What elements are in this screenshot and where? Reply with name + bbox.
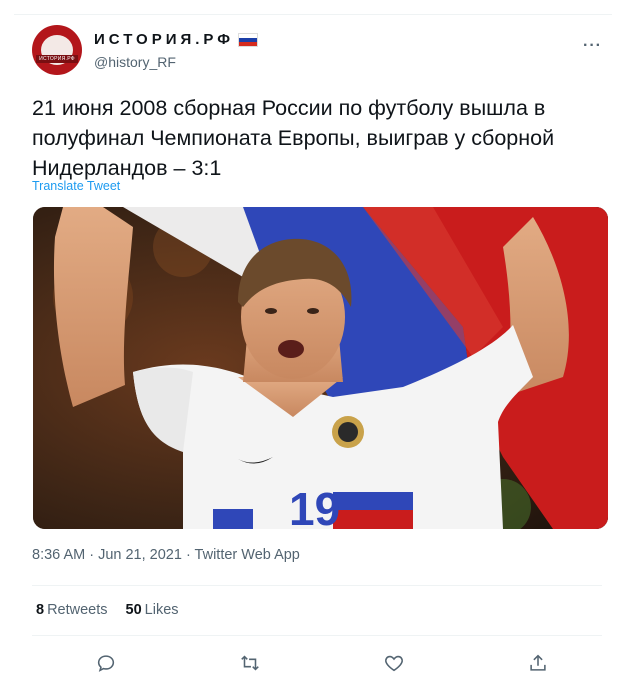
divider: [32, 635, 602, 636]
tweet-timestamp[interactable]: 8:36 AM · Jun 21, 2021 · Twitter Web App: [32, 547, 300, 563]
reply-icon[interactable]: [92, 649, 120, 677]
tweet-actions: [32, 649, 602, 679]
author-name[interactable]: ИСТОРИЯ.РФ: [94, 31, 259, 48]
author-block: ИСТОРИЯ.РФ @history_RF: [94, 31, 259, 70]
likes-label: Likes: [144, 602, 179, 618]
like-icon[interactable]: [380, 649, 408, 677]
tweet-card: ИСТОРИЯ.РФ ИСТОРИЯ.РФ @history_RF ··· 21…: [14, 14, 612, 686]
avatar[interactable]: ИСТОРИЯ.РФ: [32, 25, 82, 75]
display-name-text: ИСТОРИЯ.РФ: [94, 31, 235, 48]
tweet-header: ИСТОРИЯ.РФ ИСТОРИЯ.РФ @history_RF ···: [32, 25, 602, 77]
tweet-media[interactable]: 19: [33, 207, 608, 529]
retweets-count: 8: [36, 602, 45, 618]
russian-flag-icon: [238, 32, 259, 47]
avatar-band: ИСТОРИЯ.РФ: [36, 55, 78, 63]
share-icon[interactable]: [524, 649, 552, 677]
media-photo: 19: [33, 207, 608, 529]
translate-tweet-link[interactable]: Translate Tweet: [32, 179, 120, 193]
tweet-text: 21 июня 2008 сборная России по футболу в…: [32, 96, 555, 180]
retweets-stat[interactable]: 8 Retweets: [36, 602, 108, 618]
author-handle[interactable]: @history_RF: [94, 54, 258, 70]
retweets-label: Retweets: [47, 602, 108, 618]
avatar-text: ИСТОРИЯ.РФ: [39, 56, 75, 62]
jersey-number: 19: [289, 483, 340, 529]
more-options-icon[interactable]: ···: [583, 37, 602, 55]
divider: [32, 585, 602, 586]
retweet-icon[interactable]: [236, 649, 264, 677]
likes-count: 50: [125, 602, 142, 618]
tweet-stats: 8 Retweets 50 Likes: [36, 602, 179, 618]
likes-stat[interactable]: 50 Likes: [126, 602, 179, 618]
